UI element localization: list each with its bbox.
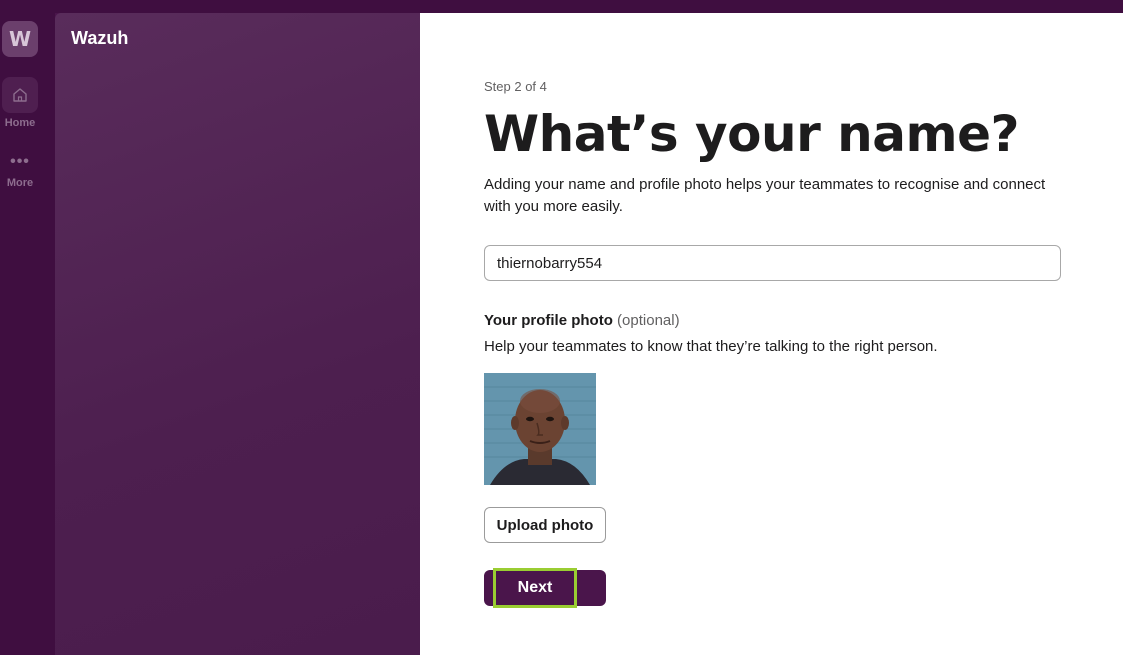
page-title: What’s your name? bbox=[484, 105, 1020, 163]
next-button[interactable]: Next bbox=[484, 568, 606, 608]
profile-photo-title: Your profile photo bbox=[484, 312, 613, 329]
display-name-input[interactable] bbox=[484, 245, 1061, 281]
ellipsis-icon: ••• bbox=[10, 153, 30, 170]
workspace-rail: W Home ••• More bbox=[0, 13, 55, 655]
onboarding-panel: Step 2 of 4 What’s your name? Adding you… bbox=[420, 13, 1123, 655]
rail-more-label: More bbox=[6, 177, 34, 189]
workspace-initial: W bbox=[8, 27, 32, 51]
rail-home-label: Home bbox=[4, 117, 36, 129]
next-button-label: Next bbox=[493, 568, 577, 608]
sidebar: Wazuh bbox=[55, 13, 420, 655]
step-indicator: Step 2 of 4 bbox=[484, 79, 547, 94]
house-icon bbox=[2, 77, 38, 113]
profile-photo-help: Help your teammates to know that they’re… bbox=[484, 338, 938, 355]
rail-item-home[interactable]: Home bbox=[0, 77, 40, 129]
window-top-strip bbox=[0, 0, 1123, 13]
upload-photo-button[interactable]: Upload photo bbox=[484, 507, 606, 543]
workspace-name: Wazuh bbox=[71, 28, 129, 48]
rail-item-more[interactable]: ••• More bbox=[0, 149, 40, 189]
profile-photo-preview bbox=[484, 373, 596, 485]
workspace-switcher-button[interactable]: W bbox=[2, 21, 38, 57]
form-description: Adding your name and profile photo helps… bbox=[484, 176, 1046, 215]
profile-photo-label: Your profile photo (optional) bbox=[484, 312, 680, 329]
optional-tag: (optional) bbox=[617, 312, 680, 329]
